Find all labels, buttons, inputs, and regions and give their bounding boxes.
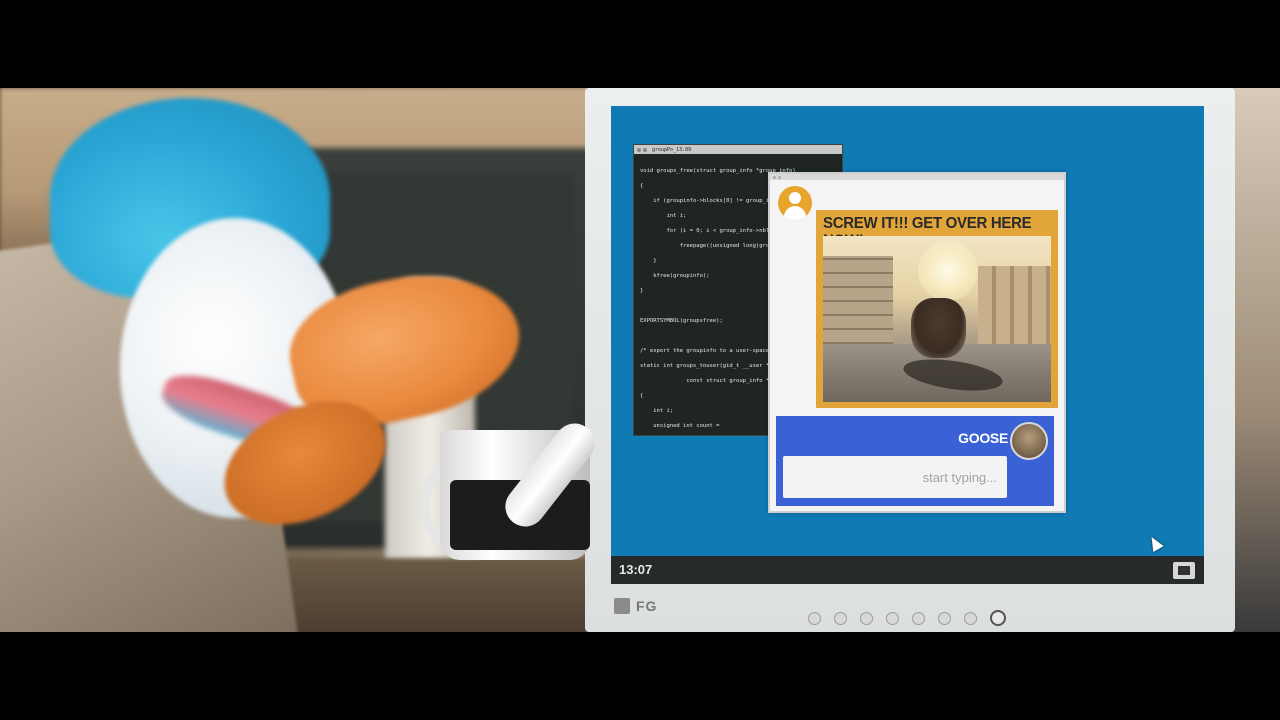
background-right	[1230, 88, 1280, 632]
monitor-button[interactable]	[912, 611, 925, 625]
reply-username: GOOSE	[958, 430, 1008, 446]
user-icon	[778, 186, 812, 220]
chat-window-titlebar[interactable]	[770, 174, 1064, 180]
monitor-button[interactable]	[860, 611, 873, 625]
reply-area: GOOSE	[776, 416, 1054, 506]
message-bubble: SCREW IT!!! GET OVER HERE NOW!	[816, 210, 1058, 408]
letterbox-bottom	[0, 632, 1280, 720]
chat-window[interactable]: SCREW IT!!! GET OVER HERE NOW! GOOSE	[768, 172, 1066, 513]
monitor-button[interactable]	[886, 611, 899, 625]
photo-sun	[918, 241, 978, 301]
message-input[interactable]	[783, 456, 1007, 498]
code-window-titlebar[interactable]: groupPo_13.09	[634, 145, 842, 154]
monitor-button[interactable]	[964, 611, 977, 625]
message-photo[interactable]	[823, 236, 1051, 402]
photo-people	[911, 298, 966, 358]
window-close-icon[interactable]	[637, 147, 641, 152]
monitor-button[interactable]	[834, 611, 847, 625]
window-minimize-icon[interactable]	[778, 175, 781, 179]
monitor-button[interactable]	[808, 611, 821, 625]
window-minimize-icon[interactable]	[643, 147, 647, 152]
photo-building-left	[823, 256, 893, 356]
monitor-brand: FG	[614, 598, 657, 614]
taskbar-clock[interactable]: 13:07	[619, 562, 652, 577]
monitor-button[interactable]	[938, 611, 951, 625]
monitor-buttons	[808, 610, 1006, 626]
taskbar: 13:07	[611, 556, 1204, 584]
mouse-pointer-icon	[1146, 533, 1164, 553]
power-button[interactable]	[990, 610, 1006, 626]
window-close-icon[interactable]	[773, 175, 776, 179]
code-window-title: groupPo_13.09	[652, 146, 692, 153]
brand-text: FG	[636, 598, 658, 614]
monitor-screen: groupPo_13.09 void groups_free(struct gr…	[611, 106, 1204, 584]
tray-button[interactable]	[1173, 562, 1195, 579]
brand-logo-icon	[614, 598, 630, 614]
letterbox-top	[0, 0, 1280, 88]
avatar	[1010, 422, 1048, 460]
window-icon	[1178, 566, 1190, 575]
photo-building-right	[978, 266, 1051, 356]
